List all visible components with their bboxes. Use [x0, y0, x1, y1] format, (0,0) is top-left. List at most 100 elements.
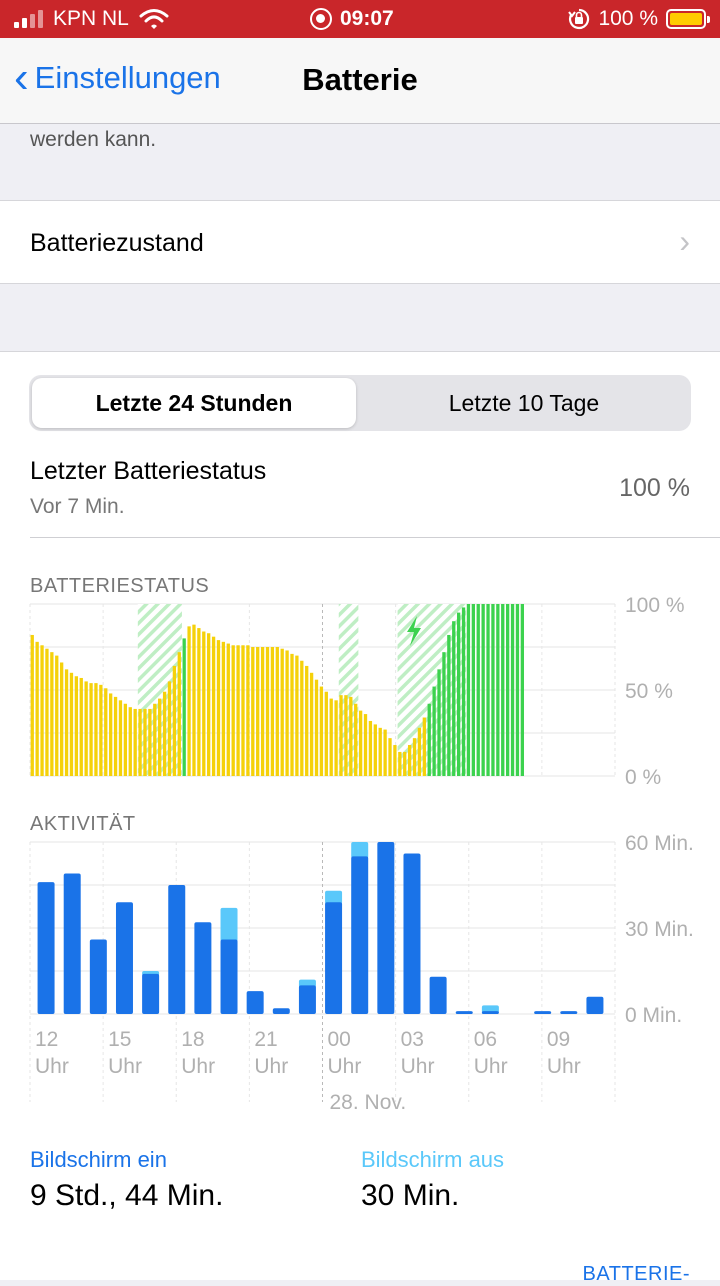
battery-bar [45, 648, 49, 776]
x-tick-hour: 21 [254, 1028, 277, 1051]
battery-bar [241, 645, 245, 776]
battery-bar [520, 604, 524, 776]
battery-y-tick: 50 % [625, 680, 673, 703]
screen-off-bar [351, 842, 369, 859]
battery-bar [133, 708, 137, 776]
battery-bar [207, 633, 211, 776]
battery-bar [280, 648, 284, 776]
battery-bar [192, 624, 196, 776]
screen-on-label: Bildschirm ein [30, 1147, 167, 1172]
battery-bar [368, 720, 373, 776]
screen-on-bar [403, 853, 421, 1014]
battery-bar [138, 708, 142, 776]
battery-bar [496, 604, 500, 776]
battery-bar [452, 621, 456, 776]
battery-health-label: Batteriezustand [30, 229, 204, 257]
battery-bar [211, 636, 216, 776]
battery-bar [50, 652, 54, 776]
battery-bar [290, 653, 294, 776]
screen-on-bar [481, 1011, 499, 1014]
cellular-signal-icon [14, 10, 43, 28]
battery-bar [398, 751, 402, 776]
battery-bar [339, 695, 343, 776]
battery-bar [256, 647, 260, 776]
battery-bar [456, 612, 461, 776]
battery-bar [197, 628, 201, 776]
screen-recording-icon [310, 8, 332, 30]
battery-bar [461, 607, 466, 776]
battery-bar [417, 727, 422, 776]
activity-y-tick: 30 Min. [625, 918, 694, 941]
wifi-icon [139, 9, 169, 29]
carrier-name: KPN NL [53, 7, 129, 30]
battery-bar [476, 604, 480, 776]
screen-on-bar [455, 1011, 473, 1014]
screen-on-bar [298, 985, 316, 1014]
battery-bar [354, 703, 358, 776]
battery-details-link[interactable]: BATTERIE- [583, 1263, 690, 1286]
battery-bar [143, 708, 147, 776]
battery-bar [329, 698, 333, 776]
battery-bar [104, 688, 108, 776]
screen-off-value: 30 Min. [361, 1179, 460, 1212]
screen-on-bar [168, 885, 186, 1014]
battery-bar [148, 708, 152, 776]
battery-bar [216, 640, 221, 776]
screen-on-bar [89, 939, 107, 1014]
battery-bar [172, 665, 177, 776]
battery-health-row[interactable]: Batteriezustand › [0, 200, 720, 284]
battery-bar [55, 655, 59, 776]
rotation-lock-icon [568, 8, 590, 30]
screen-on-bar [351, 856, 369, 1014]
screen-on-bar [246, 991, 264, 1014]
battery-bar [510, 604, 515, 776]
screen-off-bar [325, 890, 343, 905]
x-tick-hour: 00 [328, 1028, 351, 1051]
battery-bar [236, 645, 240, 776]
battery-bar [515, 604, 520, 776]
screen-on-bar [272, 1008, 290, 1014]
battery-bar [344, 695, 348, 776]
section-footnote: werden kann. [30, 128, 157, 151]
battery-bar [447, 634, 451, 776]
battery-y-tick: 100 % [625, 594, 685, 617]
battery-bar [89, 683, 93, 776]
x-tick-unit: Uhr [108, 1055, 142, 1078]
screen-on-bar [194, 922, 212, 1014]
battery-bar [314, 679, 319, 776]
battery-bar [491, 604, 495, 776]
battery-bar [60, 662, 64, 776]
battery-bar [407, 745, 412, 776]
battery-bar [231, 645, 235, 776]
battery-bar [412, 738, 417, 776]
x-tick-unit: Uhr [181, 1055, 215, 1078]
date-label: 28. Nov. [330, 1091, 407, 1114]
battery-bar [182, 638, 186, 776]
x-tick-unit: Uhr [474, 1055, 508, 1078]
battery-bar [123, 703, 128, 776]
battery-percent: 100 % [598, 7, 658, 30]
usage-charts: 100 % 50 % 0 % 60 Min. 30 Min. 0 Min. 12 Uhr 15 U… [29, 594, 694, 1114]
chevron-right-icon: › [679, 223, 690, 259]
screen-on-bar [142, 973, 160, 1014]
screen-on-bar [37, 882, 55, 1014]
battery-bar [427, 703, 431, 776]
status-bar: KPN NL 09:07 100 % [0, 0, 720, 38]
x-tick-hour: 18 [181, 1028, 204, 1051]
battery-bar [501, 604, 505, 776]
screen-on-bar [560, 1011, 578, 1014]
x-tick-unit: Uhr [35, 1055, 69, 1078]
battery-bar [358, 710, 363, 776]
battery-bar [99, 684, 103, 776]
battery-bar [505, 604, 510, 776]
battery-bar [285, 650, 289, 776]
battery-bar [275, 647, 279, 776]
battery-bar [162, 691, 167, 776]
battery-bar [128, 707, 132, 776]
battery-bar [251, 647, 255, 776]
battery-bar [158, 698, 162, 776]
battery-bar [363, 714, 368, 776]
battery-bar [84, 681, 88, 776]
x-tick-unit: Uhr [328, 1055, 362, 1078]
battery-bar [305, 665, 309, 776]
